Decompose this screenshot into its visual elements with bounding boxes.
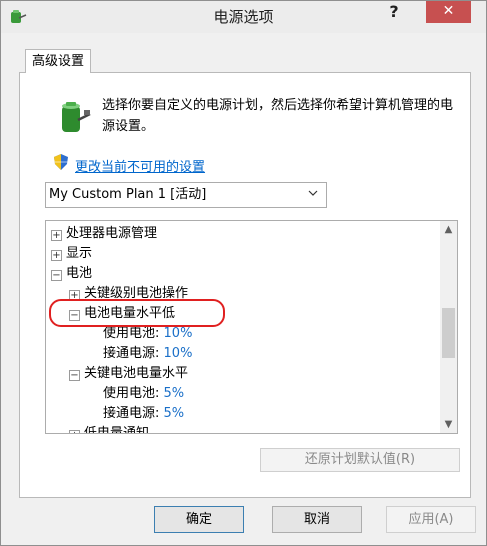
- tree-item-processor-power[interactable]: + 处理器电源管理: [51, 224, 157, 244]
- help-button[interactable]: ?: [379, 1, 409, 23]
- tree-item-label: 电池: [66, 266, 93, 281]
- expand-icon[interactable]: +: [51, 250, 62, 261]
- tree-item-battery[interactable]: − 电池: [51, 264, 92, 284]
- setting-plugged-in-low[interactable]: 接通电源: 10%: [103, 344, 192, 364]
- expand-icon[interactable]: +: [69, 430, 80, 433]
- tree-item-critical-battery-level[interactable]: − 关键电池电量水平: [69, 364, 188, 384]
- cancel-button[interactable]: 取消: [272, 506, 362, 533]
- scrollbar-thumb[interactable]: [442, 308, 455, 358]
- setting-plugged-in-critical[interactable]: 接通电源: 5%: [103, 404, 184, 424]
- restore-plan-defaults-button[interactable]: 还原计划默认值(R): [260, 448, 460, 472]
- tab-advanced-settings[interactable]: 高级设置: [25, 49, 91, 73]
- advanced-settings-panel: 选择你要自定义的电源计划，然后选择你希望计算机管理的电源设置。 更改当前不可用的…: [19, 72, 471, 498]
- tree-item-label: 低电量通知: [84, 426, 150, 434]
- expand-icon[interactable]: +: [51, 230, 62, 241]
- window-title: 电源选项: [213, 8, 274, 26]
- tree-item-display[interactable]: + 显示: [51, 244, 92, 264]
- power-plan-dropdown[interactable]: My Custom Plan 1 [活动]: [45, 182, 327, 208]
- collapse-icon[interactable]: −: [51, 270, 62, 281]
- setting-label: 使用电池:: [103, 386, 160, 401]
- collapse-icon[interactable]: −: [69, 370, 80, 381]
- setting-value[interactable]: 10%: [164, 346, 193, 361]
- tree-item-low-battery-notification[interactable]: + 低电量通知: [69, 424, 150, 434]
- setting-value[interactable]: 5%: [164, 386, 185, 401]
- setting-label: 使用电池:: [103, 326, 160, 341]
- chevron-down-icon: [308, 190, 318, 196]
- change-unavailable-settings-link[interactable]: 更改当前不可用的设置: [75, 156, 205, 175]
- uac-shield-icon: [54, 154, 68, 170]
- power-plan-value: My Custom Plan 1 [活动]: [49, 187, 207, 202]
- tree-item-label: 关键电池电量水平: [84, 366, 189, 381]
- power-options-window: 电源选项 ? ✕ 高级设置 选择你要自定义的电源计划，然后选择你希望计算机管理的…: [0, 0, 487, 546]
- setting-value[interactable]: 10%: [164, 326, 193, 341]
- setting-label: 接通电源:: [103, 346, 160, 361]
- scroll-up-arrow-icon[interactable]: ▲: [440, 221, 457, 238]
- scroll-down-arrow-icon[interactable]: ▼: [440, 416, 457, 433]
- settings-tree[interactable]: + 处理器电源管理 + 显示 − 电池 + 关键级别电池操作 − 电池电量水平低 使用电池…: [45, 220, 458, 434]
- battery-plan-icon: [62, 102, 91, 132]
- tree-item-label: 处理器电源管理: [66, 226, 158, 241]
- setting-label: 接通电源:: [103, 406, 160, 421]
- title-bar[interactable]: 电源选项 ? ✕: [1, 1, 486, 33]
- setting-on-battery-critical[interactable]: 使用电池: 5%: [103, 384, 184, 404]
- setting-on-battery-low[interactable]: 使用电池: 10%: [103, 324, 192, 344]
- tree-item-label: 显示: [66, 246, 93, 261]
- description-text: 选择你要自定义的电源计划，然后选择你希望计算机管理的电源设置。: [102, 98, 454, 134]
- close-button[interactable]: ✕: [426, 1, 471, 23]
- tree-scrollbar[interactable]: ▲ ▼: [440, 221, 457, 433]
- apply-button[interactable]: 应用(A): [386, 506, 476, 533]
- highlight-ring: [49, 299, 225, 327]
- ok-button[interactable]: 确定: [154, 506, 244, 533]
- setting-value[interactable]: 5%: [164, 406, 185, 421]
